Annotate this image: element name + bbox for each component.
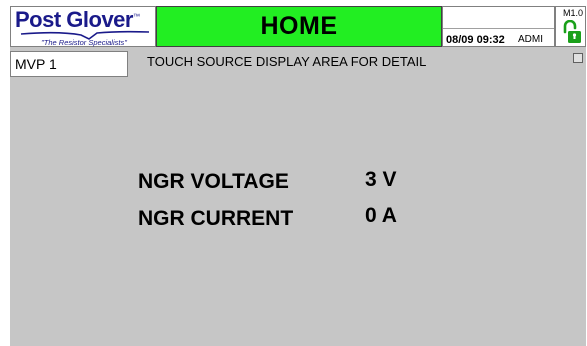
version-label: M1.0 — [562, 8, 583, 18]
ngr-current-label: NGR CURRENT — [138, 207, 294, 230]
ngr-voltage-value: 3 V — [365, 168, 397, 191]
instruction-text: TOUCH SOURCE DISPLAY AREA FOR DETAIL — [147, 54, 427, 69]
hmi-screen: Post Glover™ "The Resistor Specialists" … — [10, 6, 586, 346]
logo-tagline: "The Resistor Specialists" — [41, 38, 127, 47]
logo-trademark: ™ — [132, 13, 140, 21]
status-info-box: 08/09 09:32 ADMI — [442, 6, 555, 47]
unlocked-padlock-icon — [563, 20, 581, 43]
ngr-current-value: 0 A — [365, 204, 397, 227]
header-bar: Post Glover™ "The Resistor Specialists" … — [10, 6, 586, 47]
source-label: MVP 1 — [15, 56, 57, 72]
ngr-voltage-label: NGR VOLTAGE — [138, 170, 289, 193]
company-logo: Post Glover™ "The Resistor Specialists" — [10, 6, 156, 47]
source-select-button[interactable]: MVP 1 — [10, 51, 128, 77]
detail-toggle-button[interactable] — [573, 53, 583, 63]
datetime-display: 08/09 09:32 — [446, 34, 505, 46]
page-title-box: HOME — [156, 6, 442, 47]
login-lock-button[interactable]: M1.0 — [555, 6, 586, 47]
logo-brand-text: Post Glover — [15, 7, 133, 32]
page-title: HOME — [260, 12, 338, 40]
info-divider — [443, 28, 554, 29]
logged-in-user: ADMI — [518, 34, 543, 45]
